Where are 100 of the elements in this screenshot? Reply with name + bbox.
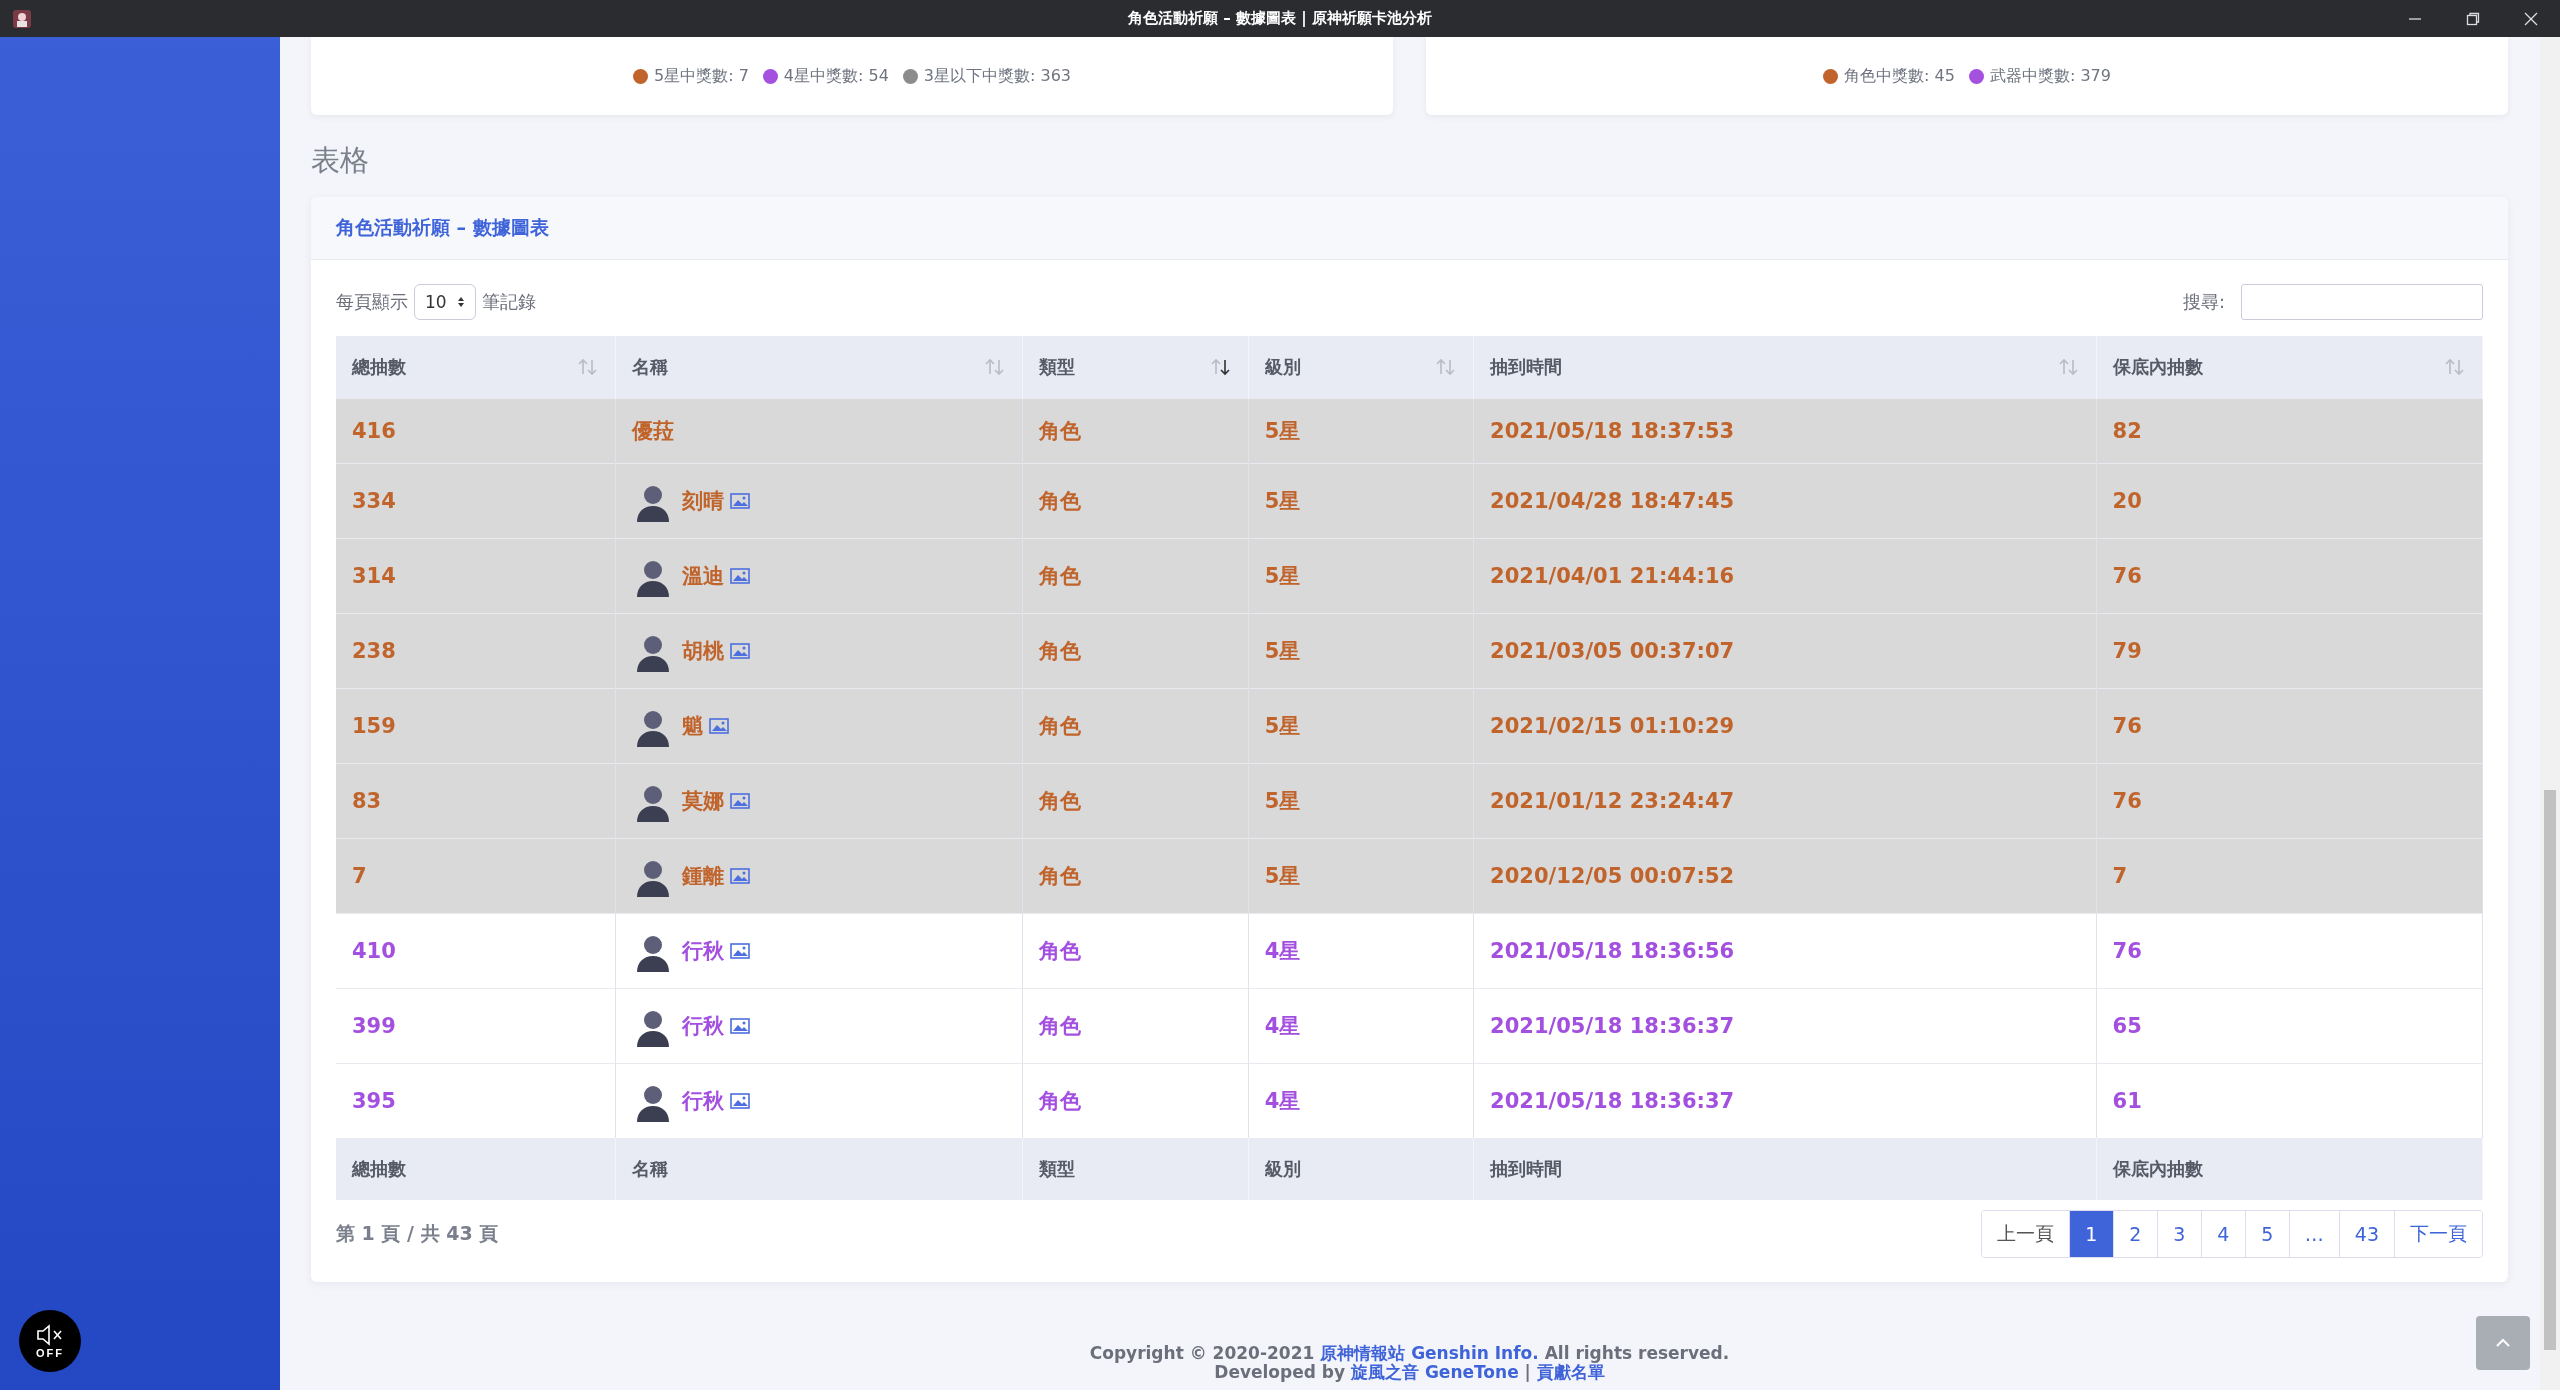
name-text: 胡桃 [681,638,724,665]
previous-button[interactable]: 上一頁 [1981,1211,2070,1257]
table-cell: 角色 [1022,398,1249,464]
table-cell: 角色 [1022,538,1249,614]
developer-link[interactable]: 旋風之音 GeneTone [1351,1361,1519,1382]
table-cell: 角色 [1022,913,1249,989]
card-title: 角色活動祈願 – 數據圖表 [336,215,549,240]
table-cell: 4星 [1248,1063,1474,1138]
legend-label: 4星中獎數: 54 [783,65,889,87]
table-cell: 65 [2096,988,2483,1064]
table-cell: 76 [2096,913,2483,989]
page-button[interactable]: 1 [2069,1211,2114,1257]
column-footer: 名稱 [615,1138,1023,1200]
table-cell: 2021/05/18 18:36:37 [1473,988,2097,1064]
page-info: 第 1 頁 / 共 43 頁 [336,1221,499,1246]
image-icon[interactable] [729,493,750,509]
name-text: 魈 [681,713,703,740]
table-cell: 314 [336,538,616,614]
image-icon[interactable] [708,718,729,734]
name-text: 行秋 [681,938,724,965]
table-cell: 416 [336,398,616,464]
scrollbar-thumb[interactable] [2544,790,2556,1350]
table-cell: 角色 [1022,1063,1249,1138]
table-cell: 159 [336,688,616,764]
table-cell: 61 [2096,1063,2483,1138]
table-cell: 角色 [1022,463,1249,539]
table-cell: 角色 [1022,988,1249,1064]
sort-icon [576,357,599,377]
column-header[interactable]: 類型 [1022,336,1249,399]
sort-icon [984,357,1007,377]
legend-label: 3星以下中獎數: 363 [923,65,1072,87]
table-cell: 83 [336,763,616,839]
name-text: 莫娜 [681,788,724,815]
table-cell: 2021/04/28 18:47:45 [1473,463,2097,539]
table-cell: 角色 [1022,688,1249,764]
sort-icon [2057,357,2080,377]
column-header[interactable]: 名稱 [615,336,1023,399]
table-cell: 20 [2096,463,2483,539]
table-cell: 5星 [1248,838,1474,914]
scrollbar[interactable] [2540,37,2560,1390]
name-text: 溫迪 [681,563,724,590]
search-label: 搜尋: [2182,290,2225,314]
table-cell: 334 [336,463,616,539]
table-cell: 238 [336,613,616,689]
legend-label: 5星中獎數: 7 [653,65,749,87]
sort-icon [1435,357,1458,377]
developer-text: Developed by 旋風之音 GeneTone | 貢獻名單 [1213,1362,1605,1382]
image-icon[interactable] [729,643,750,659]
restore-icon[interactable] [2466,11,2480,26]
table-cell: 2020/12/05 00:07:52 [1473,838,2097,914]
name-text: 鍾離 [681,863,724,890]
column-footer: 級別 [1248,1138,1474,1200]
table-cell: 5星 [1248,613,1474,689]
legend-label: 角色中獎數: 45 [1844,65,1955,87]
image-icon[interactable] [729,1018,750,1034]
site-link[interactable]: 原神情報站 Genshin Info. [1320,1343,1539,1363]
table-cell: 5星 [1248,688,1474,764]
app-icon [12,8,32,29]
updown-icon [457,296,465,308]
image-icon[interactable] [729,1093,750,1109]
table-cell: 2021/03/05 00:37:07 [1473,613,2097,689]
name-text: 刻晴 [681,488,724,515]
table-cell: 角色 [1022,763,1249,839]
table-cell: 2021/01/12 23:24:47 [1473,763,2097,839]
section-title: 表格 [311,142,370,179]
table-cell: 角色 [1022,613,1249,689]
column-footer: 類型 [1022,1138,1249,1200]
window-title: 角色活動祈願 – 數據圖表 | 原神祈願卡池分析 [1128,9,1432,28]
table-cell: 2021/04/01 21:44:16 [1473,538,2097,614]
column-header[interactable]: 級別 [1248,336,1474,399]
page-size-select[interactable]: 10 [414,284,476,320]
table-cell: 2021/05/18 18:36:56 [1473,913,2097,989]
image-icon[interactable] [729,943,750,959]
column-footer: 抽到時間 [1473,1138,2097,1200]
table-cell: 2021/02/15 01:10:29 [1473,688,2097,764]
table-cell: 5星 [1248,463,1474,539]
image-icon[interactable] [729,793,750,809]
table-cell: 5星 [1248,538,1474,614]
table-cell: 5星 [1248,398,1474,464]
table-cell: 410 [336,913,616,989]
column-header[interactable]: 保底內抽數 [2096,336,2483,399]
sound-toggle[interactable]: OFF [19,1310,81,1372]
table-cell: 76 [2096,763,2483,839]
name-text: 行秋 [681,1088,724,1115]
table-cell: 4星 [1248,988,1474,1064]
table-cell: 7 [336,838,616,914]
table-cell: 395 [336,1063,616,1138]
length-label: 每頁顯示 [336,290,408,314]
image-icon[interactable] [729,868,750,884]
table-cell: 76 [2096,688,2483,764]
search-field[interactable] [2241,284,2483,320]
caret-up-icon [2496,1338,2510,1348]
mute-icon [35,1323,65,1347]
table-cell: 2021/05/18 18:37:53 [1473,398,2097,464]
close-icon[interactable] [2524,11,2538,26]
column-header[interactable]: 總抽數 [336,336,616,399]
sort-icon [2444,357,2466,377]
table-cell: 79 [2096,613,2483,689]
column-header[interactable]: 抽到時間 [1473,336,2097,399]
image-icon[interactable] [729,568,750,584]
